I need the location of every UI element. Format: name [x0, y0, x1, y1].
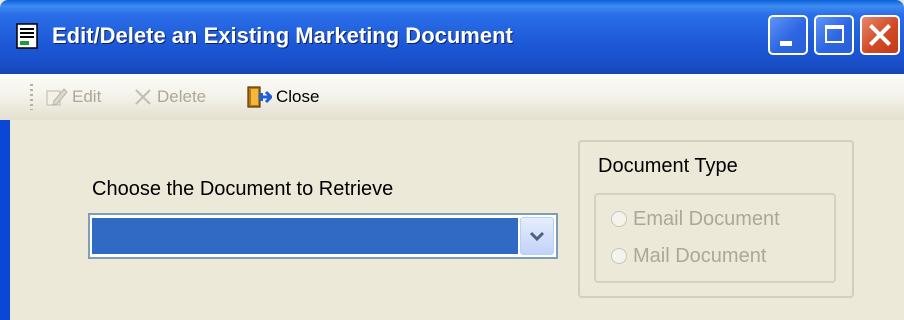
minimize-icon — [780, 41, 792, 46]
email-document-radio[interactable]: Email Document — [611, 205, 780, 233]
delete-label: Delete — [157, 87, 207, 106]
close-label: Close — [276, 87, 320, 106]
delete-icon — [135, 89, 151, 105]
edit-button[interactable]: Edit — [46, 84, 101, 110]
exit-door-icon — [247, 86, 272, 108]
maximize-button[interactable] — [814, 15, 854, 55]
edit-label: Edit — [72, 87, 102, 106]
document-icon — [16, 23, 38, 49]
close-window-button[interactable] — [860, 15, 900, 55]
window-title: Edit/Delete an Existing Marketing Docume… — [52, 23, 513, 48]
dropdown-button[interactable] — [520, 217, 554, 255]
delete-button[interactable]: Delete — [133, 84, 206, 110]
toolbar-grip[interactable] — [30, 84, 33, 110]
mail-document-label: Mail Document — [633, 244, 767, 267]
email-document-label: Email Document — [633, 207, 780, 230]
window-left-border — [0, 120, 10, 320]
mail-document-radio[interactable]: Mail Document — [611, 242, 766, 270]
choose-document-label: Choose the Document to Retrieve — [92, 178, 394, 200]
close-icon — [869, 24, 891, 46]
radio-circle — [611, 248, 627, 264]
edit-icon — [46, 88, 68, 106]
maximize-icon — [825, 25, 844, 43]
document-select[interactable] — [88, 213, 558, 259]
title-bar[interactable]: Edit/Delete an Existing Marketing Docume… — [0, 0, 904, 74]
document-select-value — [92, 218, 518, 254]
app-window: Edit/Delete an Existing Marketing Docume… — [0, 0, 904, 320]
radio-circle — [611, 211, 627, 227]
close-button[interactable]: Close — [246, 84, 319, 110]
document-type-title: Document Type — [598, 155, 738, 177]
chevron-down-icon — [529, 231, 545, 242]
minimize-button[interactable] — [768, 15, 808, 55]
